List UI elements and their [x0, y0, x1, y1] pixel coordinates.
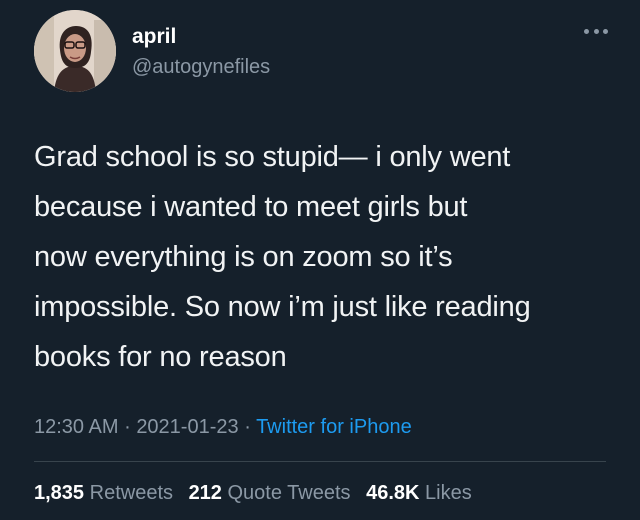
tweet-text-line: books for no reason — [34, 341, 287, 373]
tweet-stats: 1,835 Retweets 212 Quote Tweets 46.8K Li… — [34, 482, 482, 505]
retweets-count: 1,835 — [34, 482, 85, 504]
meta-separator: · — [244, 416, 251, 438]
retweets-stat[interactable]: 1,835 Retweets — [34, 482, 173, 504]
dot-icon — [603, 28, 608, 34]
tweet-source-link[interactable]: Twitter for iPhone — [256, 416, 412, 438]
dot-icon — [584, 28, 589, 34]
avatar-photo — [34, 10, 116, 92]
tweet-text-line: Grad school is so stupid— i only went — [34, 141, 511, 173]
divider — [34, 461, 606, 462]
likes-label: Likes — [425, 482, 472, 504]
tweet-text-line: because i wanted to meet girls but — [34, 191, 468, 223]
tweet-header: april @autogynefiles — [34, 8, 608, 98]
tweet-text-line: impossible. So now i’m just like reading — [34, 291, 531, 323]
tweet-meta: 12:30 AM · 2021-01-23 · Twitter for iPho… — [34, 416, 412, 439]
meta-separator: · — [124, 416, 131, 438]
tweet-card: april @autogynefiles Grad school is so s… — [0, 0, 640, 520]
likes-count: 46.8K — [366, 482, 420, 504]
likes-stat[interactable]: 46.8K Likes — [366, 482, 472, 504]
more-horizontal-icon[interactable] — [584, 26, 608, 36]
retweets-label: Retweets — [89, 482, 173, 504]
quote-tweets-count: 212 — [188, 482, 222, 504]
user-info: april @autogynefiles — [132, 24, 270, 80]
user-handle[interactable]: @autogynefiles — [132, 54, 270, 80]
dot-icon — [593, 28, 599, 34]
tweet-text-line: now everything is on zoom so it’s — [34, 241, 453, 273]
quote-tweets-label: Quote Tweets — [227, 482, 351, 504]
tweet-time[interactable]: 12:30 AM — [34, 416, 119, 438]
tweet-date[interactable]: 2021-01-23 — [136, 416, 238, 438]
quote-tweets-stat[interactable]: 212 Quote Tweets — [189, 482, 351, 504]
tweet-text: Grad school is so stupid— i only went be… — [34, 132, 614, 382]
avatar[interactable] — [34, 10, 116, 92]
display-name[interactable]: april — [132, 24, 270, 50]
